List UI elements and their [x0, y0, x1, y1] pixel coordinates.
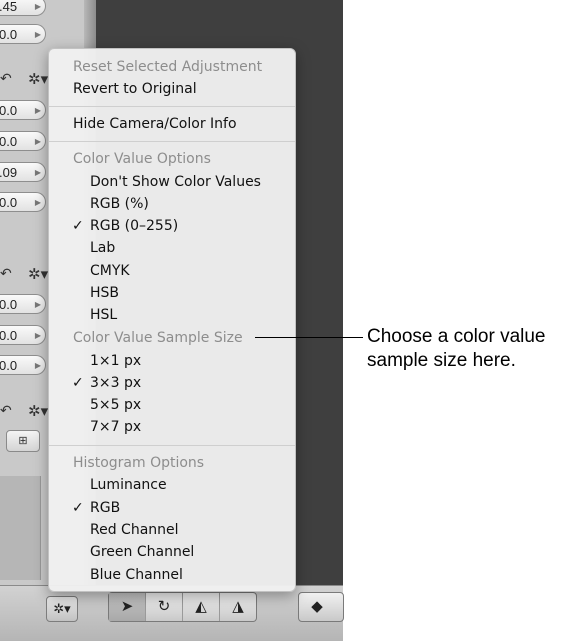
value-field[interactable]: 0.0 ▶ [0, 355, 46, 375]
menu-item-reset[interactable]: Reset Selected Adjustment [73, 57, 262, 77]
menu-item-5x5[interactable]: 5×5 px [90, 395, 141, 415]
checkmark-icon: ✓ [72, 218, 84, 234]
tool-group: ➤ ↻ ◭ ◮ [108, 592, 257, 622]
value-field[interactable]: 0.0 ▶ [0, 294, 46, 314]
value-field[interactable]: .45 ▶ [0, 0, 46, 16]
value-field[interactable]: 0.0 ▶ [0, 24, 46, 44]
checkmark-icon: ✓ [72, 375, 84, 391]
popup-menu: Reset Selected Adjustment Revert to Orig… [48, 48, 296, 592]
value-field[interactable]: 0.0 ▶ [0, 131, 46, 151]
action-gear-button[interactable]: ✲▾ [46, 596, 78, 622]
gear-icon[interactable]: ✲▾ [28, 265, 48, 283]
menu-item-hsl[interactable]: HSL [90, 305, 117, 325]
menu-item-green-channel[interactable]: Green Channel [90, 542, 194, 562]
menu-separator [49, 445, 295, 446]
lift-icon[interactable]: ◆ [299, 593, 335, 621]
callout-line-1: Choose a color value [367, 326, 546, 347]
value-field[interactable]: 0.0 ▶ [0, 325, 46, 345]
menu-item-red-channel[interactable]: Red Channel [90, 520, 179, 540]
callout-line [255, 337, 363, 338]
menu-item-hsb[interactable]: HSB [90, 283, 119, 303]
menu-separator [49, 106, 295, 107]
menu-item-rgb-percent[interactable]: RGB (%) [90, 194, 149, 214]
rotate-icon[interactable]: ↻ [146, 593, 183, 621]
menu-header-sample-size: Color Value Sample Size [73, 330, 243, 346]
undo-icon[interactable]: ↶ [0, 265, 12, 282]
sampler-button[interactable]: ⊞ [6, 430, 40, 452]
callout-line-2: sample size here. [367, 350, 516, 371]
menu-item-3x3[interactable]: 3×3 px [90, 373, 141, 393]
menu-header-color-value: Color Value Options [73, 151, 211, 167]
menu-item-cmyk[interactable]: CMYK [90, 261, 130, 281]
tool-group: ◆ [298, 592, 344, 622]
menu-item-blue-channel[interactable]: Blue Channel [90, 565, 183, 585]
menu-item-rgb-255[interactable]: RGB (0–255) [90, 216, 178, 236]
menu-item-revert[interactable]: Revert to Original [73, 79, 197, 99]
histogram-graph [0, 476, 41, 580]
menu-separator [49, 141, 295, 142]
undo-icon[interactable]: ↶ [0, 402, 12, 419]
undo-icon[interactable]: ↶ [0, 70, 12, 87]
menu-header-histogram: Histogram Options [73, 455, 205, 471]
checkmark-icon: ✓ [72, 500, 84, 516]
callout-text: Choose a color value sample size here. [367, 325, 572, 373]
menu-item-rgb[interactable]: RGB [90, 498, 120, 518]
menu-item-1x1[interactable]: 1×1 px [90, 351, 141, 371]
gear-icon[interactable]: ✲▾ [28, 70, 48, 88]
straighten-icon[interactable]: ◭ [183, 593, 220, 621]
value-field[interactable]: 0.0 ▶ [0, 192, 46, 212]
crop-icon[interactable]: ◮ [220, 593, 256, 621]
menu-item-7x7[interactable]: 7×7 px [90, 417, 141, 437]
menu-item-no-color-values[interactable]: Don't Show Color Values [90, 172, 261, 192]
value-field[interactable]: 0.0 ▶ [0, 100, 46, 120]
menu-item-luminance[interactable]: Luminance [90, 475, 167, 495]
gear-icon[interactable]: ✲▾ [28, 402, 48, 420]
menu-item-lab[interactable]: Lab [90, 238, 115, 258]
value-field[interactable]: .09 ▶ [0, 162, 46, 182]
menu-item-hide-camera[interactable]: Hide Camera/Color Info [73, 114, 237, 134]
select-arrow-icon[interactable]: ➤ [109, 593, 146, 621]
